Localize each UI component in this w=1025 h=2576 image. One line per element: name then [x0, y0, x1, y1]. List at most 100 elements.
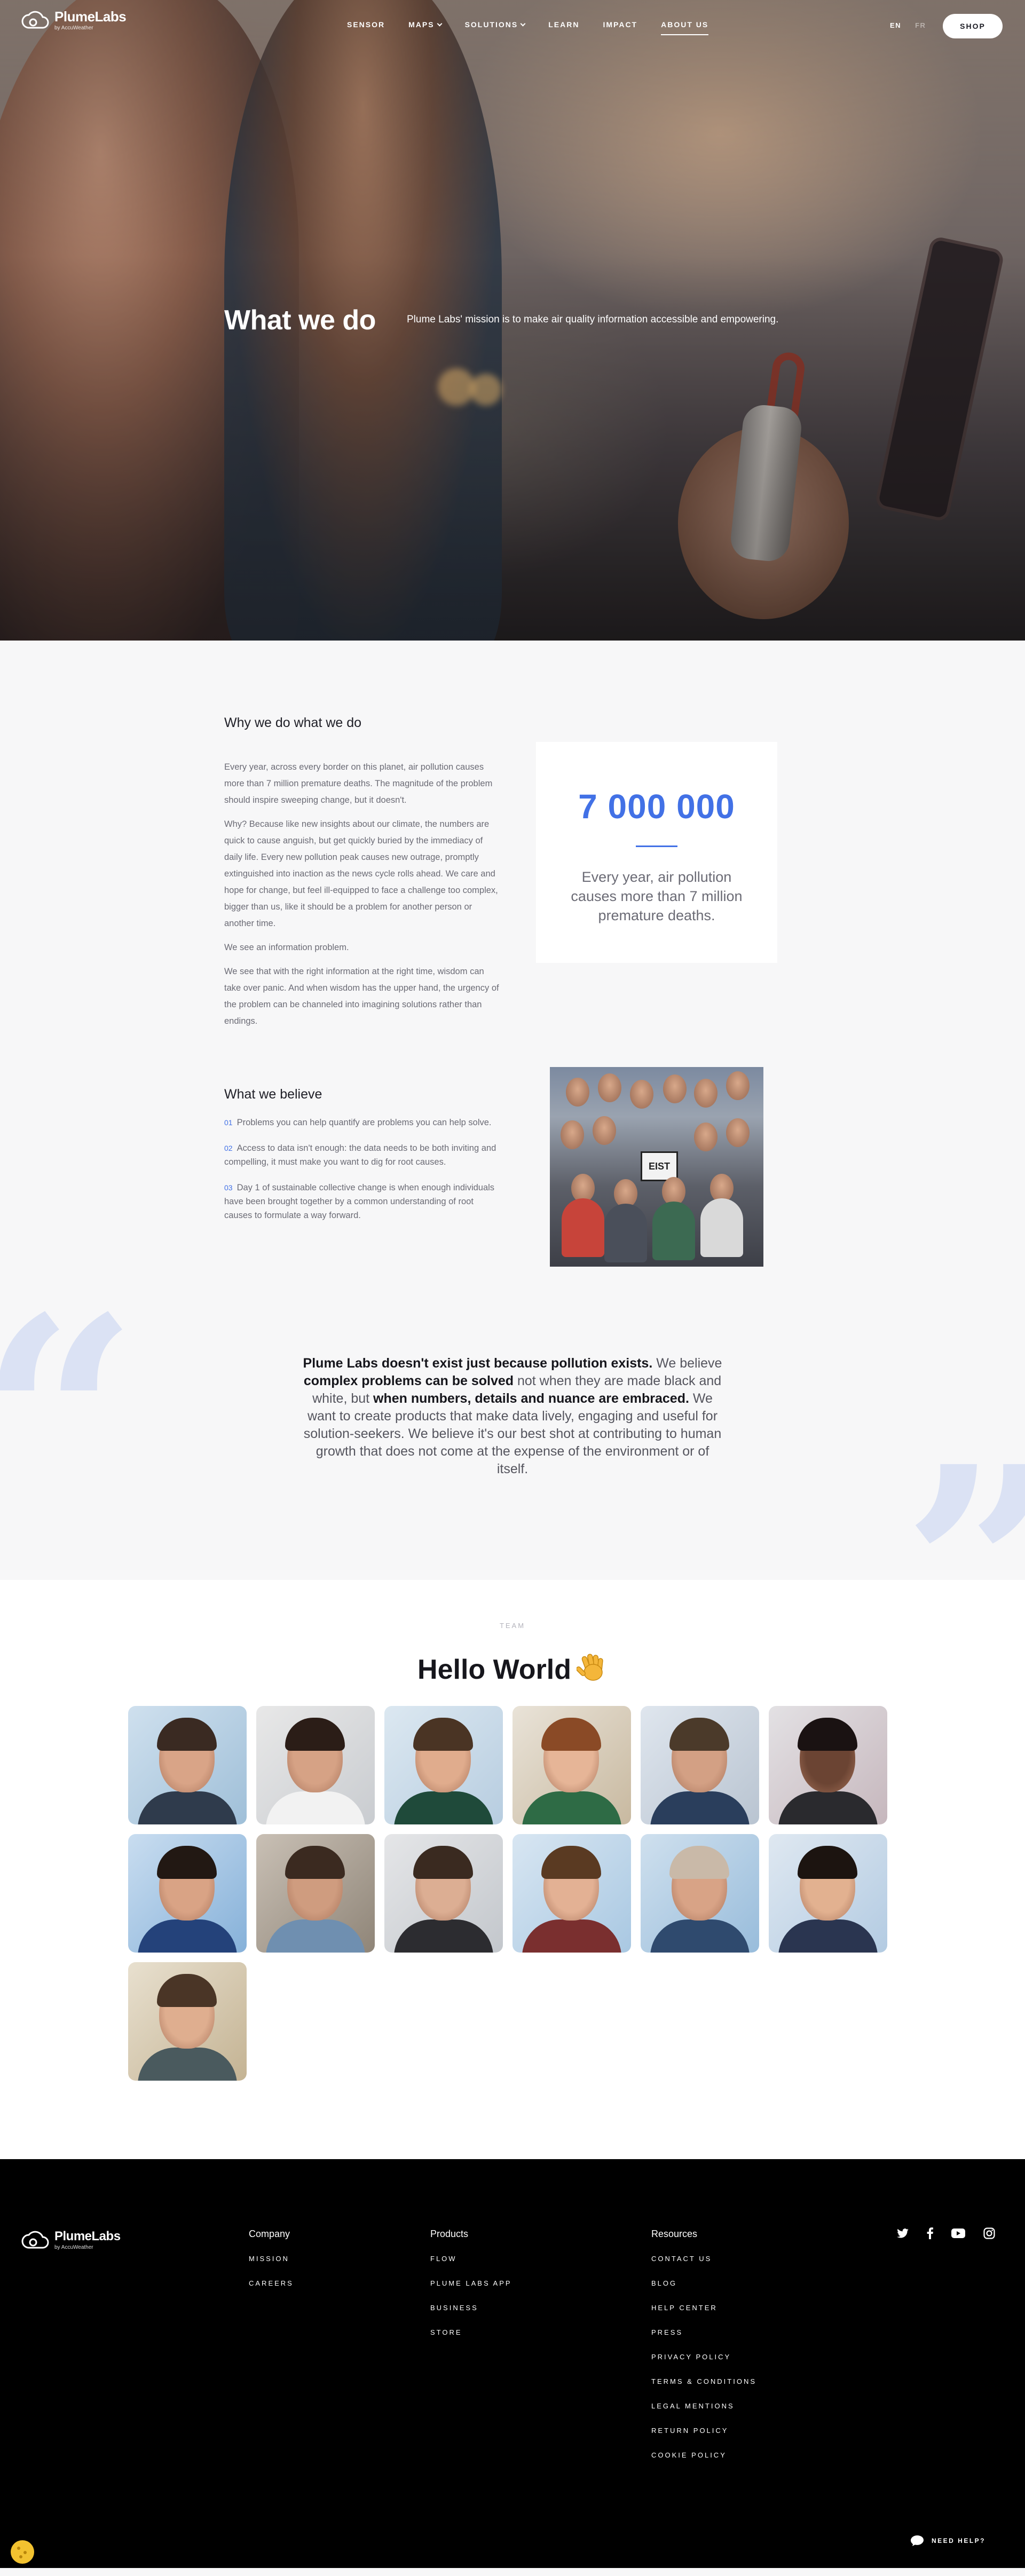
- need-help-label: NEED HELP?: [932, 2537, 986, 2545]
- menu-item-learn[interactable]: Learn: [548, 20, 579, 29]
- team-title: Hello World: [0, 1652, 1025, 1686]
- menu-item-impact[interactable]: Impact: [603, 20, 637, 29]
- team-member-photo[interactable]: [128, 1706, 247, 1824]
- photo-person: [561, 1120, 584, 1149]
- lang-en-link[interactable]: EN: [890, 21, 901, 29]
- photo-person: [694, 1079, 718, 1108]
- team-member-photo[interactable]: [769, 1834, 887, 1953]
- instagram-icon[interactable]: [983, 2227, 995, 2242]
- team-member-photo[interactable]: [128, 1834, 247, 1953]
- page-title: What we do: [224, 305, 376, 336]
- team-grid: [128, 1706, 897, 2081]
- believe-text: Access to data isn't enough: the data ne…: [224, 1143, 496, 1167]
- plumelabs-logo[interactable]: PlumeLabs by AccuWeather: [21, 9, 127, 31]
- footer-resources-column: Resources Contact us Blog Help center Pr…: [651, 2229, 756, 2476]
- footer-column-title: Resources: [651, 2229, 698, 2239]
- believe-item: 02 Access to data isn't enough: the data …: [224, 1141, 502, 1169]
- language-switcher: EN FR: [890, 21, 926, 29]
- why-section: Why we do what we do Every year, across …: [0, 641, 1025, 1302]
- footer-link-blog[interactable]: Blog: [651, 2279, 756, 2287]
- footer-link-legal[interactable]: Legal mentions: [651, 2402, 756, 2410]
- team-member-photo[interactable]: [512, 1706, 631, 1824]
- footer-logo-text: PlumeLabs: [54, 2229, 121, 2243]
- photo-person-body: [652, 1202, 695, 1260]
- footer-link-mission[interactable]: Mission: [249, 2255, 294, 2263]
- team-section: TEAM Hello World: [0, 1580, 1025, 2159]
- why-paragraph: We see an information problem.: [224, 943, 349, 952]
- quote-section: “ ” Plume Labs doesn't exist just becaus…: [0, 1281, 1025, 1708]
- stat-divider: [636, 846, 677, 847]
- quote-bold: complex problems can be solved: [303, 1373, 514, 1388]
- photo-person: [726, 1071, 750, 1100]
- twitter-icon[interactable]: [897, 2229, 909, 2241]
- footer-link-store[interactable]: Store: [430, 2328, 512, 2336]
- team-member-photo[interactable]: [384, 1706, 503, 1824]
- menu-item-about-us[interactable]: About us: [661, 20, 709, 35]
- team-member-photo[interactable]: [256, 1706, 375, 1824]
- footer-link-app[interactable]: Plume Labs App: [430, 2279, 512, 2287]
- footer-link-privacy[interactable]: Privacy policy: [651, 2353, 756, 2361]
- waving-hand-icon: [575, 1652, 608, 1683]
- footer-logo[interactable]: PlumeLabs by AccuWeather: [21, 2230, 121, 2251]
- team-title-text: Hello World: [417, 1654, 571, 1685]
- team-label: TEAM: [499, 1622, 526, 1630]
- why-paragraph: We see that with the right information a…: [224, 967, 499, 1026]
- quote-bold: Plume Labs doesn't exist just because po…: [303, 1356, 653, 1371]
- team-member-photo[interactable]: [641, 1706, 759, 1824]
- footer-column-title: Products: [430, 2229, 469, 2239]
- team-member-photo[interactable]: [384, 1834, 503, 1953]
- footer-link-terms[interactable]: Terms & conditions: [651, 2377, 756, 2385]
- footer-link-flow[interactable]: Flow: [430, 2255, 512, 2263]
- photo-person: [726, 1118, 750, 1147]
- youtube-icon[interactable]: [951, 2229, 965, 2241]
- photo-person: [593, 1116, 616, 1145]
- footer-logo-subtext: by AccuWeather: [54, 2245, 93, 2250]
- cookie-settings-button[interactable]: [11, 2540, 34, 2564]
- footer-column-title: Company: [249, 2229, 290, 2239]
- menu-item-maps[interactable]: Maps: [408, 20, 443, 29]
- quote-bold: when numbers, details and nuance are emb…: [373, 1391, 689, 1406]
- footer-products-column: Products Flow Plume Labs App Business St…: [430, 2229, 512, 2353]
- believe-number: 03: [224, 1183, 233, 1192]
- team-member-photo[interactable]: [641, 1834, 759, 1953]
- logo-text: PlumeLabs: [54, 9, 127, 25]
- believe-item: 03 Day 1 of sustainable collective change…: [224, 1181, 502, 1222]
- believe-title: What we believe: [224, 1087, 322, 1102]
- quote-text: Plume Labs doesn't exist just because po…: [299, 1355, 726, 1478]
- menu-item-label: Sensor: [347, 20, 385, 29]
- footer-link-business[interactable]: Business: [430, 2304, 512, 2312]
- team-member-photo[interactable]: [256, 1834, 375, 1953]
- photo-person-body: [562, 1198, 604, 1257]
- menu-item-solutions[interactable]: Solutions: [464, 20, 526, 29]
- footer-link-careers[interactable]: Careers: [249, 2279, 294, 2287]
- footer-link-return[interactable]: Return policy: [651, 2427, 756, 2435]
- footer-link-contact[interactable]: Contact us: [651, 2255, 756, 2263]
- team-member-photo[interactable]: [769, 1706, 887, 1824]
- cloud-logo-icon: [21, 2230, 49, 2251]
- lang-fr-link[interactable]: FR: [915, 21, 926, 29]
- chevron-down-icon: [437, 21, 443, 26]
- photo-person: [663, 1074, 687, 1103]
- team-member-photo[interactable]: [512, 1834, 631, 1953]
- shop-button[interactable]: SHOP: [943, 14, 1003, 38]
- facebook-icon[interactable]: [927, 2227, 933, 2242]
- menu-item-label: Learn: [548, 20, 580, 29]
- menu-item-label: Solutions: [464, 20, 518, 29]
- stat-number: 7 000 000: [578, 787, 735, 826]
- footer-link-help-center[interactable]: Help center: [651, 2304, 756, 2312]
- footer-link-press[interactable]: Press: [651, 2328, 756, 2336]
- believe-number: 01: [224, 1118, 233, 1127]
- menu-item-sensor[interactable]: Sensor: [347, 20, 385, 29]
- believe-item: 01 Problems you can help quantify are pro…: [224, 1116, 502, 1129]
- logo-subtext: by AccuWeather: [54, 25, 93, 31]
- mission-statement: Plume Labs' mission is to make air quali…: [407, 314, 779, 325]
- main-menu: Sensor Maps Solutions Learn Impact About…: [347, 20, 709, 35]
- photo-person: [694, 1123, 718, 1151]
- chat-bubble-icon: [910, 2535, 924, 2547]
- menu-item-label: Impact: [603, 20, 638, 29]
- chevron-down-icon: [520, 21, 526, 26]
- footer-link-cookie[interactable]: Cookie policy: [651, 2451, 756, 2459]
- team-member-photo[interactable]: [128, 1962, 247, 2081]
- need-help-button[interactable]: NEED HELP?: [910, 2535, 985, 2547]
- open-quote-icon: “: [0, 1281, 138, 1559]
